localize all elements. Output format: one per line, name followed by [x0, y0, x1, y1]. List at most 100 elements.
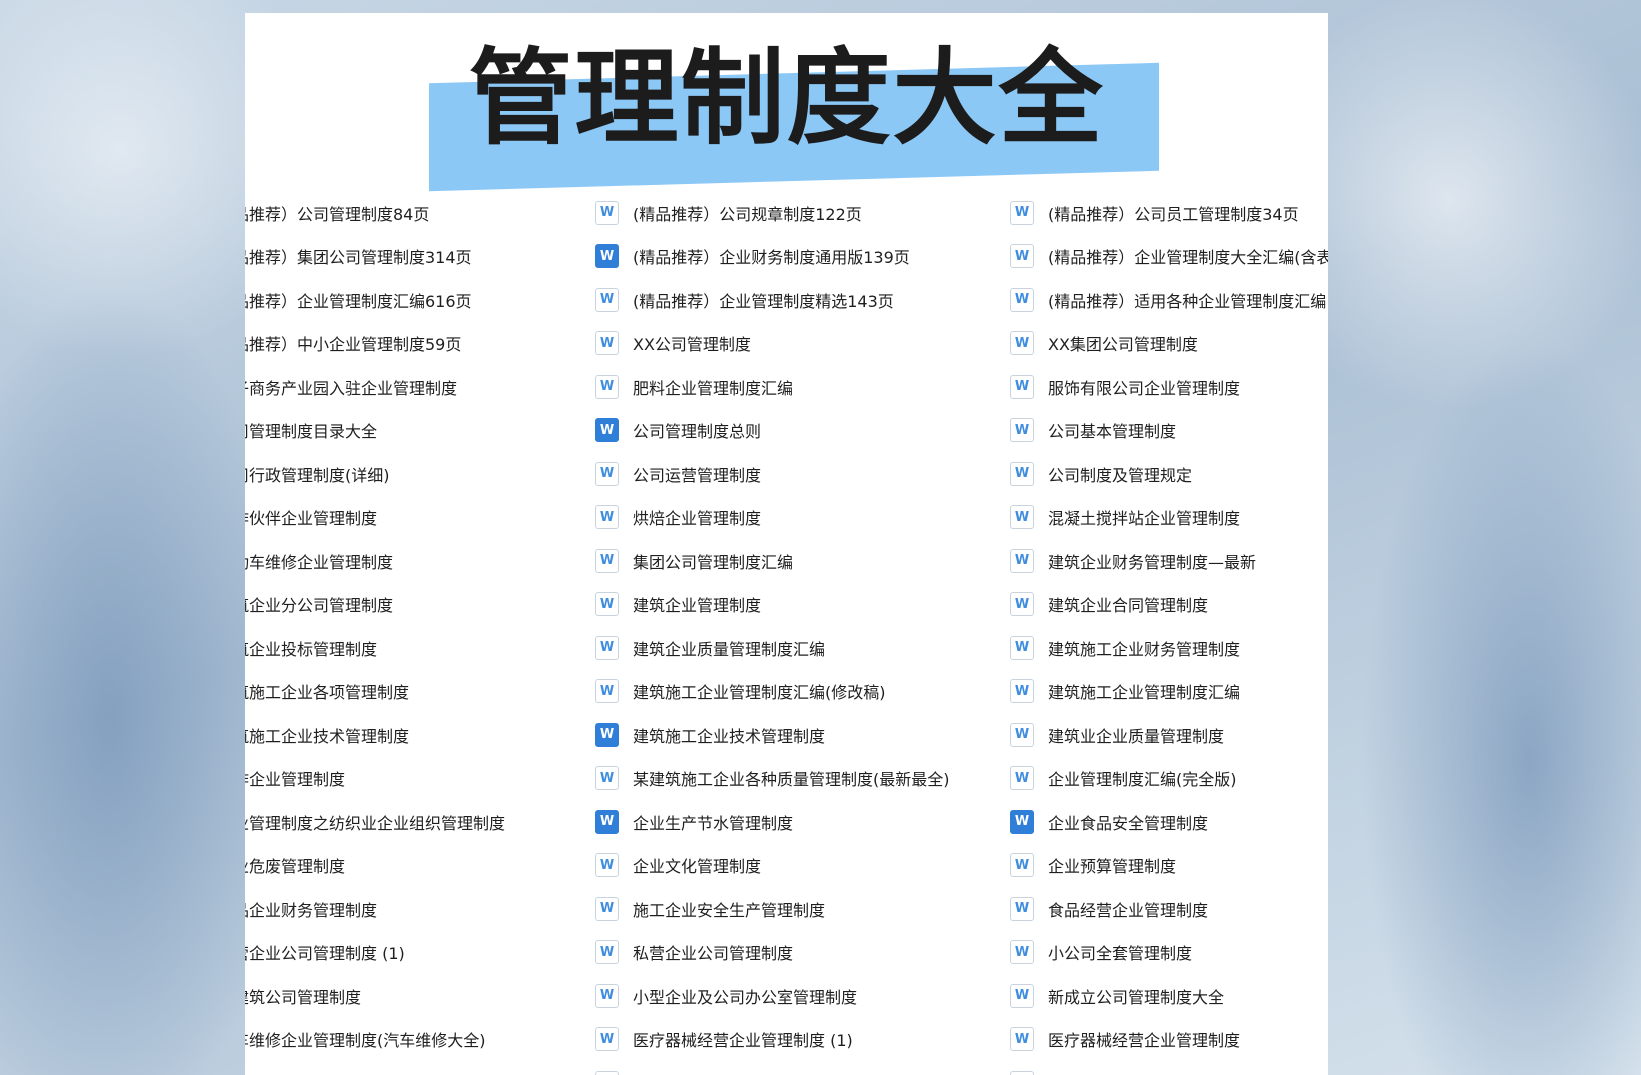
word-doc-icon: W [1010, 809, 1034, 834]
file-name: 建筑企业财务管理制度—最新 [1048, 552, 1257, 572]
word-doc-icon-glyph: W [599, 379, 615, 395]
file-name: 集团公司管理制度汇编 [633, 552, 794, 572]
file-name: 建筑施工企业技术管理制度 [633, 726, 826, 746]
file-name: 动车维修企业管理制度 [245, 552, 394, 572]
file-item[interactable]: 动车维修企业管理制度 [245, 541, 575, 585]
file-name: 烘焙企业管理制度 [633, 509, 762, 529]
file-name: 企业文化管理制度 [633, 857, 762, 877]
file-item[interactable]: W 建筑企业质量管理制度汇编 [595, 628, 995, 672]
file-item[interactable]: W 小型企业及公司办公室管理制度 [595, 976, 995, 1020]
word-doc-icon: W [595, 983, 619, 1008]
file-item[interactable]: W 建筑施工企业管理制度汇编(修改稿) [595, 672, 995, 716]
file-item[interactable]: W 私营企业公司管理制度 [595, 933, 995, 977]
file-item[interactable]: 品推荐）集团公司管理制度314页 [245, 237, 575, 281]
file-item[interactable]: 作企业管理制度 [245, 759, 575, 803]
file-item[interactable]: W 建筑施工企业财务管理制度 [1010, 628, 1328, 672]
file-item[interactable]: W 医疗器械经营企业管理制度 [1010, 1020, 1328, 1064]
file-name: 肥料企业管理制度汇编 [633, 378, 794, 398]
file-item[interactable]: 品企业财务管理制度 [245, 889, 575, 933]
file-item[interactable]: 作伙伴企业管理制度 [245, 498, 575, 542]
file-item[interactable]: 筑施工企业各项管理制度 [245, 672, 575, 716]
file-item[interactable]: 业管理制度之纺织业企业组织管理制度 [245, 802, 575, 846]
word-doc-icon-glyph: W [1014, 335, 1030, 351]
file-item[interactable]: W 某建筑施工企业各种质量管理制度(最新最全) [595, 759, 995, 803]
file-item[interactable]: W 企业文化管理制度 [595, 846, 995, 890]
word-doc-icon: W [595, 505, 619, 530]
file-item[interactable]: W 建筑施工企业管理制度汇编 [1010, 672, 1328, 716]
file-item[interactable]: W 施工企业安全生产管理制度 [595, 889, 995, 933]
word-doc-icon-glyph: W [599, 944, 615, 960]
file-item[interactable]: W XX公司管理制度 [595, 324, 995, 368]
file-item[interactable]: W 集团公司管理制度汇编 [595, 541, 995, 585]
file-item[interactable]: W 食品经营企业管理制度 [1010, 889, 1328, 933]
file-item[interactable]: 筑企业投标管理制度 [245, 628, 575, 672]
file-row: 司行政管理制度(详细) W 公司运营管理制度 W 公司制度及管理规定 [245, 454, 1328, 498]
word-doc-icon: W [595, 679, 619, 704]
file-item[interactable]: W 企业管理制度汇编(完全版) [1010, 759, 1328, 803]
file-item[interactable]: W 小公司全套管理制度 [1010, 933, 1328, 977]
file-item[interactable]: W 医疗器械经营企业管理制度 (1) [595, 1020, 995, 1064]
word-doc-icon-glyph: W [599, 553, 615, 569]
file-item[interactable]: 司管理制度目录大全 [245, 411, 575, 455]
file-row: 作伙伴企业管理制度 W 烘焙企业管理制度 W 混凝土搅拌站企业管理制度 [245, 498, 1328, 542]
file-item[interactable]: W 建筑企业财务管理制度—最新 [1010, 541, 1328, 585]
word-doc-icon: W [595, 940, 619, 965]
file-item[interactable]: 品推荐）中小企业管理制度59页 [245, 324, 575, 368]
file-item[interactable]: W (精品推荐）企业管理制度精选143页 [595, 280, 995, 324]
file-item[interactable]: W XX集团公司管理制度 [1010, 324, 1328, 368]
file-item[interactable]: W招标代理公司企业管理制度 [1010, 1063, 1328, 1075]
file-item[interactable]: W 公司运营管理制度 [595, 454, 995, 498]
file-item[interactable]: W 建筑业企业质量管理制度 [1010, 715, 1328, 759]
word-doc-icon-glyph: W [1014, 466, 1030, 482]
file-item[interactable]: 车维修企业管理制度(汽车维修大全) [245, 1020, 575, 1064]
word-doc-icon-glyph: W [599, 596, 615, 612]
file-item[interactable]: 建筑公司管理制度 [245, 976, 575, 1020]
file-item[interactable]: W (精品推荐）公司员工管理制度34页 [1010, 193, 1328, 237]
word-doc-icon: W [1010, 896, 1034, 921]
word-doc-icon-glyph: W [1014, 1031, 1030, 1047]
word-doc-icon: W [1010, 635, 1034, 660]
file-item[interactable]: W 公司基本管理制度 [1010, 411, 1328, 455]
file-item[interactable]: W 建筑企业管理制度 [595, 585, 995, 629]
file-item[interactable]: W 企业生产节水管理制度 [595, 802, 995, 846]
file-item[interactable]: 业危废管理制度 [245, 846, 575, 890]
word-doc-icon: W [595, 461, 619, 486]
file-name: 品企业财务管理制度 [245, 900, 378, 920]
file-item[interactable]: W 建筑施工企业技术管理制度 [595, 715, 995, 759]
file-item[interactable]: W 企业预算管理制度 [1010, 846, 1328, 890]
file-item[interactable]: 筑企业分公司管理制度 [245, 585, 575, 629]
file-name: (精品推荐）企业管理制度大全汇编(含表 [1048, 248, 1328, 268]
file-item[interactable]: 营企业公司管理制度 (1) [245, 933, 575, 977]
word-doc-icon-glyph: W [599, 335, 615, 351]
word-doc-icon: W [595, 287, 619, 312]
file-item[interactable]: W 烘焙企业管理制度 [595, 498, 995, 542]
file-item[interactable]: W 公司管理制度总则 [595, 411, 995, 455]
file-item[interactable]: 子商务产业园入驻企业管理制度 [245, 367, 575, 411]
file-name: 企业管理制度汇编(完全版) [1048, 770, 1237, 790]
file-row: 疗器械生产企业管理制度 W运输企业安全生产管理制度 W招标代理公司企业管理制度 [245, 1063, 1328, 1075]
word-doc-icon-glyph: W [599, 988, 615, 1004]
file-item[interactable]: 品推荐）企业管理制度汇编616页 [245, 280, 575, 324]
file-name: 品推荐）中小企业管理制度59页 [245, 335, 462, 355]
file-item[interactable]: 品推荐）公司管理制度84页 [245, 193, 575, 237]
file-name: 筑施工企业技术管理制度 [245, 726, 410, 746]
file-item[interactable]: W (精品推荐）企业管理制度大全汇编(含表 [1010, 237, 1328, 281]
file-item[interactable]: 疗器械生产企业管理制度 [245, 1063, 575, 1075]
file-item[interactable]: W 混凝土搅拌站企业管理制度 [1010, 498, 1328, 542]
file-item[interactable]: 筑施工企业技术管理制度 [245, 715, 575, 759]
file-item[interactable]: 司行政管理制度(详细) [245, 454, 575, 498]
file-item[interactable]: W (精品推荐）适用各种企业管理制度汇编 [1010, 280, 1328, 324]
file-item[interactable]: W 建筑企业合同管理制度 [1010, 585, 1328, 629]
file-item[interactable]: W运输企业安全生产管理制度 [595, 1063, 995, 1075]
file-item[interactable]: W (精品推荐）企业财务制度通用版139页 [595, 237, 995, 281]
file-item[interactable]: W 新成立公司管理制度大全 [1010, 976, 1328, 1020]
word-doc-icon: W [595, 896, 619, 921]
file-item[interactable]: W (精品推荐）公司规章制度122页 [595, 193, 995, 237]
file-item[interactable]: W 公司制度及管理规定 [1010, 454, 1328, 498]
file-item[interactable]: W 服饰有限公司企业管理制度 [1010, 367, 1328, 411]
file-item[interactable]: W 肥料企业管理制度汇编 [595, 367, 995, 411]
file-item[interactable]: W 企业食品安全管理制度 [1010, 802, 1328, 846]
word-doc-icon-glyph: W [599, 857, 615, 873]
file-row: 业管理制度之纺织业企业组织管理制度 W 企业生产节水管理制度 W 企业食品安全管理制度 [245, 802, 1328, 846]
file-name: XX公司管理制度 [633, 335, 751, 355]
